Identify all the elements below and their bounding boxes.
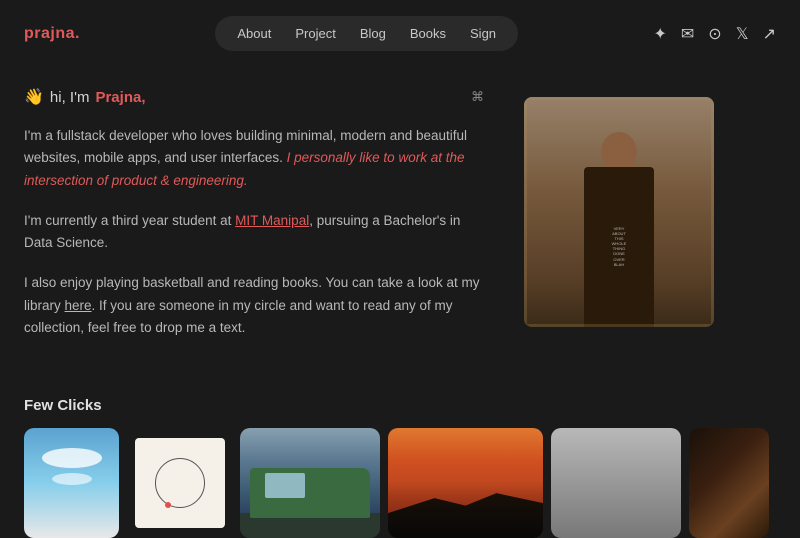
cloud-shape-1 (42, 448, 102, 468)
site-logo[interactable]: prajna. (24, 25, 80, 43)
cmd-icon: ⌘ (471, 89, 484, 105)
nav-link-blog[interactable]: Blog (350, 22, 396, 45)
wave-emoji: 👋 (24, 87, 44, 107)
greeting-name: Prajna, (95, 89, 145, 106)
auto-rickshaw (250, 468, 370, 518)
profile-image: VERYABOUTTHISWHOLETHINGDONEOVERBLAH (524, 97, 714, 327)
twitter-icon[interactable]: 𝕏 (736, 24, 749, 44)
nav-link-books[interactable]: Books (400, 22, 456, 45)
sun-icon[interactable]: ✦ (653, 24, 666, 44)
greeting-prefix: hi, I'm (50, 89, 90, 106)
photo-card-dark[interactable] (689, 428, 769, 538)
navbar: prajna. About Project Blog Books Sign ✦ … (0, 0, 800, 67)
photo-card-notes[interactable] (127, 428, 232, 538)
photo-card-sky[interactable] (24, 428, 119, 538)
few-clicks-section: Few Clicks (0, 387, 800, 538)
bio-para-2-start: I'm currently a third year student at (24, 213, 235, 228)
profile-image-container: VERYABOUTTHISWHOLETHINGDONEOVERBLAH (524, 97, 714, 327)
notes-paper (135, 438, 225, 528)
bio-para-2: I'm currently a third year student at MI… (24, 210, 484, 255)
github-icon[interactable]: ⊙ (708, 24, 721, 44)
mit-manipal-link[interactable]: MIT Manipal (235, 213, 309, 228)
shirt-text: VERYABOUTTHISWHOLETHINGDONEOVERBLAH (594, 226, 644, 268)
bio-para-3: I also enjoy playing basketball and read… (24, 272, 484, 339)
library-link[interactable]: here (65, 298, 92, 313)
car-window (265, 473, 305, 498)
photo-card-sunset[interactable] (388, 428, 543, 538)
nav-icon-group: ✦ ✉ ⊙ 𝕏 ↗ (653, 24, 776, 44)
cloud-shape-2 (52, 473, 92, 485)
nav-links-container: About Project Blog Books Sign (215, 16, 518, 51)
person-head (601, 132, 637, 172)
nav-link-project[interactable]: Project (285, 22, 345, 45)
bio-section: 👋 hi, I'm Prajna, ⌘ I'm a fullstack deve… (24, 87, 484, 357)
bio-para-1: I'm a fullstack developer who loves buil… (24, 125, 484, 192)
person-body: VERYABOUTTHISWHOLETHINGDONEOVERBLAH (584, 167, 654, 327)
greeting-line: 👋 hi, I'm Prajna, ⌘ (24, 87, 484, 107)
photo-card-gray[interactable] (551, 428, 681, 538)
handwriting-dot (165, 502, 171, 508)
email-icon[interactable]: ✉ (681, 24, 694, 44)
nav-link-sign[interactable]: Sign (460, 22, 506, 45)
main-content: 👋 hi, I'm Prajna, ⌘ I'm a fullstack deve… (0, 67, 800, 387)
nav-link-about[interactable]: About (227, 22, 281, 45)
few-clicks-title: Few Clicks (0, 387, 800, 428)
photo-card-street[interactable] (240, 428, 380, 538)
chart-icon[interactable]: ↗ (763, 24, 776, 44)
photo-strip (0, 428, 800, 538)
